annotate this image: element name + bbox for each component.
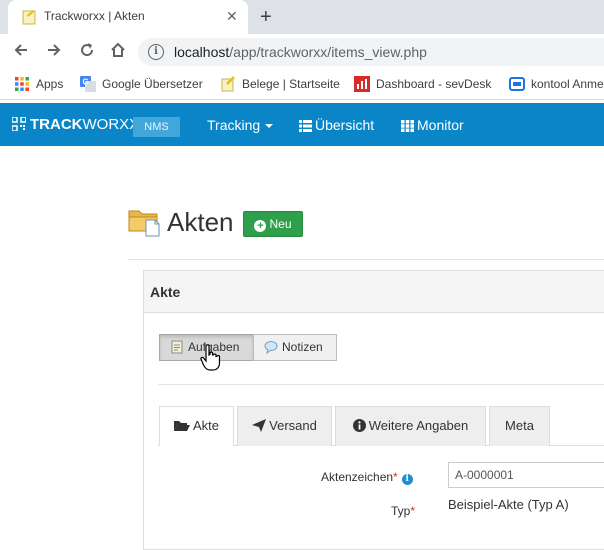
svg-text:G: G: [83, 78, 89, 87]
browser-tab-strip: Trackworxx | Akten ✕ +: [0, 0, 604, 34]
plus-circle-icon: +: [254, 220, 267, 232]
notizen-button[interactable]: Notizen: [253, 334, 337, 361]
site-info-icon[interactable]: i: [148, 44, 164, 60]
aktenzeichen-input[interactable]: A-0000001: [448, 462, 604, 488]
google-translate-icon: G: [80, 76, 96, 92]
bookmark-kontool[interactable]: kontool Anme: [509, 76, 604, 94]
qr-code-icon: [12, 117, 26, 131]
folder-document-icon: [128, 210, 160, 237]
list-icon: [299, 120, 312, 132]
brand-logo[interactable]: TRACKWORXX: [12, 116, 139, 133]
page-title: Akten: [167, 207, 234, 237]
caret-down-icon: [265, 124, 274, 128]
divider: [128, 259, 604, 260]
address-bar[interactable]: i localhost/app/trackworxx/items_view.ph…: [138, 38, 604, 66]
back-arrow-icon[interactable]: [10, 41, 32, 63]
home-icon[interactable]: [107, 41, 129, 63]
hand-cursor-icon: [200, 344, 221, 371]
new-button[interactable]: + Neu: [243, 211, 303, 237]
reload-icon[interactable]: [76, 41, 98, 63]
folder-open-icon: [173, 421, 190, 431]
nav-uebersicht[interactable]: Übersicht: [299, 117, 374, 133]
bookmarks-bar: Apps G Google Übersetzer Belege | Starts…: [0, 70, 604, 100]
typ-label: Typ*: [391, 504, 416, 518]
aktenzeichen-label: Aktenzeichen* i: [321, 470, 413, 485]
panel-heading: Akte: [144, 271, 604, 313]
bookmark-apps[interactable]: Apps: [14, 76, 63, 94]
nav-tracking[interactable]: Tracking: [207, 117, 274, 133]
nav-monitor[interactable]: Monitor: [401, 117, 464, 133]
panel-title: Akte: [150, 284, 181, 300]
url-text: localhost/app/trackworxx/items_view.php: [174, 44, 427, 60]
tab-close-icon[interactable]: ✕: [226, 8, 238, 24]
forward-arrow-icon[interactable]: [43, 41, 65, 63]
tab-akte[interactable]: Akte: [159, 406, 234, 446]
speech-bubble-icon: [264, 341, 278, 355]
browser-toolbar: i localhost/app/trackworxx/items_view.ph…: [0, 34, 604, 70]
info-icon[interactable]: i: [401, 474, 413, 485]
tab-versand[interactable]: Versand: [237, 406, 332, 446]
new-tab-button[interactable]: +: [260, 5, 272, 29]
nms-badge: NMS: [133, 117, 180, 137]
app-navbar: TRACKWORXX NMS Tracking Übersicht Monito…: [0, 103, 604, 146]
info-circle-icon: [352, 419, 366, 432]
bookmark-google-translate[interactable]: G Google Übersetzer: [80, 76, 203, 94]
sevdesk-icon: [354, 76, 370, 92]
bookmark-sevdesk[interactable]: Dashboard - sevDesk: [354, 76, 491, 94]
divider: [158, 384, 604, 385]
kontool-icon: [509, 77, 525, 91]
grid-icon: [401, 120, 414, 132]
belege-icon: [221, 76, 235, 92]
typ-value: Beispiel-Akte (Typ A): [448, 497, 569, 512]
send-arrow-icon: [252, 419, 267, 432]
tab-meta[interactable]: Meta: [489, 406, 550, 446]
tab-weitere-angaben[interactable]: Weitere Angaben: [335, 406, 486, 446]
document-favicon-icon: [22, 10, 36, 25]
bookmark-belege[interactable]: Belege | Startseite: [220, 76, 340, 94]
tab-title: Trackworxx | Akten: [44, 9, 145, 23]
notepad-icon: [171, 340, 183, 354]
browser-tab[interactable]: Trackworxx | Akten ✕: [8, 0, 248, 34]
apps-grid-icon: [15, 77, 29, 91]
